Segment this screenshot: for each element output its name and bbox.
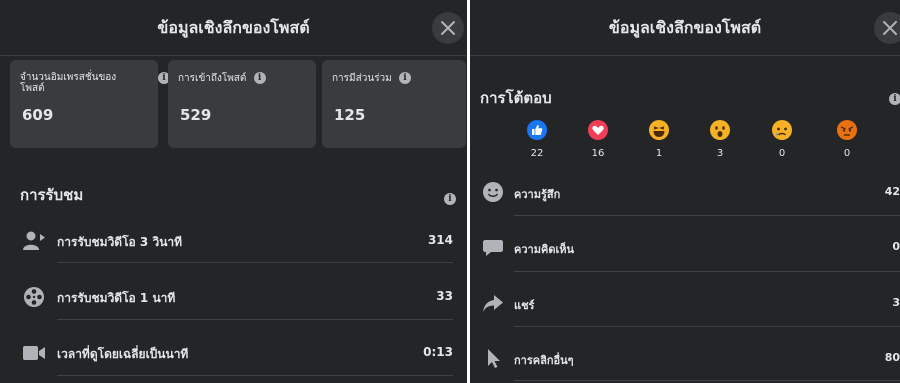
film-reel-icon: [24, 287, 44, 307]
reaction-wow: 3: [705, 120, 735, 159]
panel-header: ข้อมูลเชิงลึกของโพสต์: [0, 0, 467, 56]
metric-value: 0: [892, 240, 900, 253]
angry-reaction-icon: [837, 120, 857, 140]
haha-reaction-icon: [649, 120, 669, 140]
post-insights-panel-left: ข้อมูลเชิงลึกของโพสต์ จำนวนอิมเพรสชั่นขอ…: [0, 0, 467, 383]
reaction-love: 16: [583, 120, 613, 159]
metric-row-shares: แชร์ 3: [470, 284, 900, 324]
close-icon: [441, 21, 455, 35]
stat-card-reach: การเข้าถึงโพสต์ i 529: [168, 60, 316, 148]
metric-label: ความคิดเห็น: [514, 243, 574, 256]
sad-reaction-icon: [772, 120, 792, 140]
metric-value: 33: [436, 289, 453, 303]
stat-value: 125: [334, 106, 366, 124]
info-icon[interactable]: i: [444, 193, 456, 205]
info-icon[interactable]: i: [253, 72, 266, 84]
views-section-title: การรับชม: [20, 186, 84, 204]
reaction-haha: 1: [644, 120, 674, 159]
metric-row-other-clicks: การคลิกอื่นๆ 80: [470, 339, 900, 379]
panel-title: ข้อมูลเชิงลึกของโพสต์: [608, 18, 762, 37]
reaction-like: 22: [522, 120, 552, 159]
reaction-count: 16: [591, 148, 605, 159]
metric-label: ความรู้สึก: [514, 188, 561, 201]
close-icon: [883, 21, 897, 35]
metric-label: การคลิกอื่นๆ: [514, 354, 574, 367]
divider: [514, 380, 900, 381]
reaction-count: 3: [716, 148, 724, 159]
stat-card-impressions: จำนวนอิมเพรสชั่นของโพสต์ 609: [10, 60, 158, 148]
stat-value: 609: [22, 106, 54, 124]
panel-header: ข้อมูลเชิงลึกของโพสต์: [470, 0, 900, 56]
stat-value: 529: [180, 106, 212, 124]
divider: [514, 271, 900, 272]
stat-label: การเข้าถึงโพสต์: [178, 73, 247, 84]
divider: [57, 319, 453, 320]
metric-label: เวลาที่ดูโดยเฉลี่ยเป็นนาที: [57, 347, 189, 361]
metric-row-comments: ความคิดเห็น 0: [470, 228, 900, 268]
panel-title: ข้อมูลเชิงลึกของโพสต์: [157, 18, 310, 37]
divider: [514, 215, 900, 216]
love-reaction-icon: [588, 120, 608, 140]
stat-label-wrap: การเข้าถึงโพสต์ i: [178, 72, 266, 84]
reaction-count: 1: [655, 148, 663, 159]
info-icon[interactable]: i: [398, 72, 411, 84]
comment-icon: [483, 240, 503, 256]
metric-value: 314: [427, 233, 453, 247]
reaction-count: 22: [530, 148, 544, 159]
metric-value: 42: [884, 185, 900, 198]
reactions-section-title: การโต้ตอบ: [480, 89, 552, 107]
close-button[interactable]: [874, 12, 900, 44]
like-reaction-icon: [527, 120, 547, 140]
share-arrow-icon: [483, 295, 503, 312]
reaction-sad: 0: [767, 120, 797, 159]
metric-label: การรับชมวิดีโอ 3 วินาที: [57, 235, 183, 249]
metric-row-avg-watch-time: เวลาที่ดูโดยเฉลี่ยเป็นนาที 0:13: [0, 331, 467, 375]
divider: [57, 262, 453, 263]
divider: [57, 375, 453, 376]
stat-card-engagement: การมีส่วนร่วม i 125: [322, 60, 466, 148]
video-camera-icon: [23, 346, 45, 360]
stat-label: จำนวนอิมเพรสชั่นของโพสต์: [20, 72, 117, 94]
reaction-angry: 0: [832, 120, 862, 159]
metric-value: 3: [892, 296, 900, 309]
stat-label: การมีส่วนร่วม: [332, 73, 392, 84]
viewers-icon: [23, 231, 45, 250]
stat-label-wrap: การมีส่วนร่วม i: [332, 72, 411, 84]
metric-label: แชร์: [514, 299, 535, 312]
metric-row-1min-views: การรับชมวิดีโอ 1 นาที 33: [0, 275, 467, 319]
metric-label: การรับชมวิดีโอ 1 นาที: [57, 291, 176, 305]
reaction-count: 0: [843, 148, 851, 159]
metric-row-3s-views: การรับชมวิดีโอ 3 วินาที 314: [0, 219, 467, 263]
reaction-count: 0: [778, 148, 786, 159]
metric-row-reactions: ความรู้สึก 42: [470, 173, 900, 213]
info-icon[interactable]: i: [889, 93, 900, 105]
metric-value: 0:13: [423, 345, 453, 359]
post-insights-panel-right: ข้อมูลเชิงลึกของโพสต์ การโต้ตอบ i 22 16: [470, 0, 900, 383]
close-button[interactable]: [432, 12, 464, 44]
metric-value: 80: [884, 351, 900, 364]
wow-reaction-icon: [710, 120, 730, 140]
smiley-icon: [483, 182, 503, 202]
divider: [514, 326, 900, 327]
cursor-icon: [488, 349, 500, 368]
